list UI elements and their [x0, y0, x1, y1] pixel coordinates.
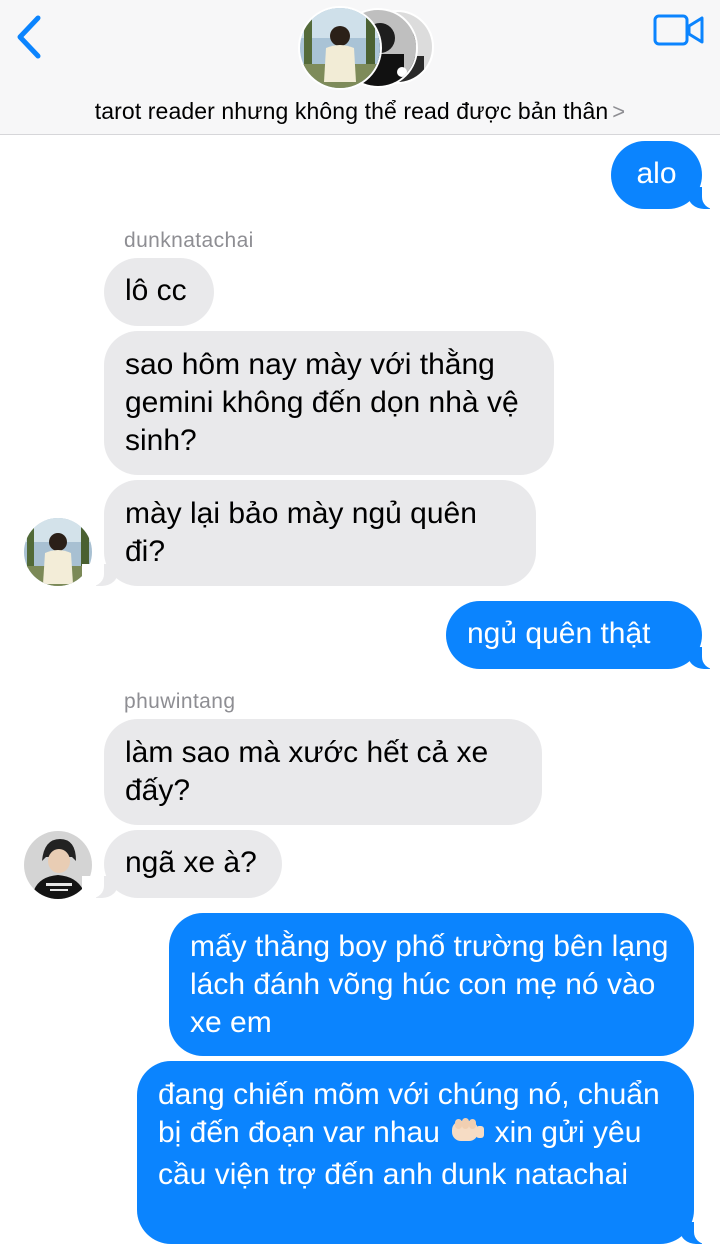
message-text: ngủ quên thật [467, 617, 651, 650]
message-text: mày lại bảo mày ngủ quên đi? [125, 497, 477, 568]
outgoing-message[interactable]: đang chiến mõm với chúng nó, chuẩn bị đế… [137, 1061, 716, 1244]
conversation-header: tarot reader nhưng không thể read được b… [0, 0, 720, 135]
incoming-message[interactable]: ngã xe à? [82, 830, 282, 898]
outgoing-message[interactable]: alo [611, 141, 720, 209]
incoming-message[interactable]: làm sao mà xước hết cả xe đấy? [104, 719, 542, 825]
message-text: lô cc [125, 274, 187, 307]
incoming-message[interactable]: sao hôm nay mày với thằng gemini không đ… [104, 331, 554, 475]
chevron-right-icon: > [612, 99, 626, 124]
message-text: alo [636, 157, 677, 190]
sender-name: dunknatachai [124, 229, 254, 252]
group-name-text: tarot reader nhưng không thể read được b… [94, 98, 609, 124]
outgoing-message[interactable]: ngủ quên thật [446, 601, 720, 669]
outgoing-message[interactable]: mấy thằng boy phố trường bên lạng lách đ… [169, 913, 694, 1056]
video-call-button[interactable] [652, 10, 706, 50]
incoming-message[interactable]: lô cc [104, 258, 214, 326]
group-member-avatar [298, 6, 382, 90]
chevron-left-icon [17, 15, 41, 59]
sender-name: phuwintang [124, 690, 236, 713]
group-avatar-stack[interactable] [298, 6, 434, 90]
video-camera-icon [653, 14, 704, 46]
back-button[interactable] [12, 12, 52, 62]
message-text: sao hôm nay mày với thằng gemini không đ… [125, 348, 519, 457]
message-text: ngã xe à? [125, 846, 257, 879]
oncoming-fist-emoji [448, 1116, 486, 1156]
message-text: mấy thằng boy phố trường bên lạng lách đ… [190, 930, 669, 1039]
incoming-message[interactable]: mày lại bảo mày ngủ quên đi? [82, 480, 536, 586]
group-name[interactable]: tarot reader nhưng không thể read được b… [0, 98, 720, 125]
message-text: làm sao mà xước hết cả xe đấy? [125, 736, 489, 807]
